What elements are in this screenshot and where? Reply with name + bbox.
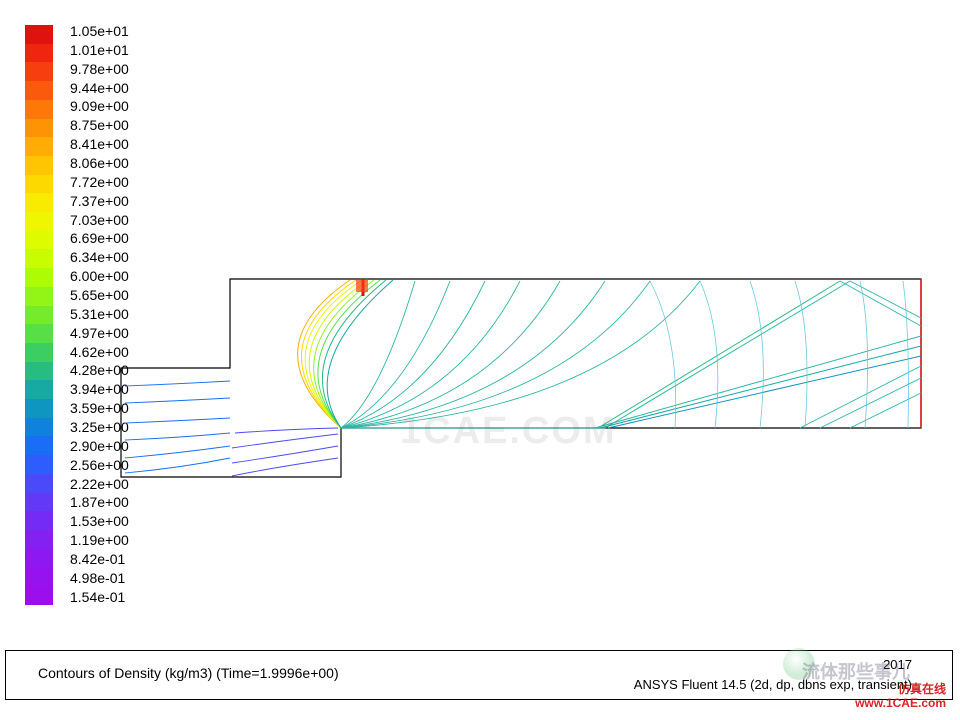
top-hot-spot-fill xyxy=(356,280,368,292)
bow-shock xyxy=(298,280,393,428)
colorbar-seg xyxy=(25,493,53,512)
colorbar-seg xyxy=(25,231,53,250)
legend-value: 4.98e-01 xyxy=(70,571,129,585)
colorbar-seg xyxy=(25,343,53,362)
colorbar-seg xyxy=(25,586,53,605)
legend-value: 8.42e-01 xyxy=(70,552,129,566)
colorbar-seg xyxy=(25,436,53,455)
legend-value: 6.34e+00 xyxy=(70,250,129,264)
colorbar-seg xyxy=(25,306,53,325)
legend-value: 1.05e+01 xyxy=(70,24,129,38)
colorbar-seg xyxy=(25,156,53,175)
legend-value: 9.78e+00 xyxy=(70,62,129,76)
legend-value: 8.41e+00 xyxy=(70,137,129,151)
colorbar-seg xyxy=(25,62,53,81)
colorbar-seg xyxy=(25,119,53,138)
contour-plot xyxy=(120,278,922,478)
legend-value: 7.72e+00 xyxy=(70,175,129,189)
colorbar-seg xyxy=(25,567,53,586)
caption-software: ANSYS Fluent 14.5 (2d, dp, dbns exp, tra… xyxy=(634,677,912,692)
colorbar-seg xyxy=(25,193,53,212)
colorbar-seg xyxy=(25,100,53,119)
legend-value: 8.06e+00 xyxy=(70,156,129,170)
colorbar-seg xyxy=(25,287,53,306)
colorbar-seg xyxy=(25,81,53,100)
colorbar-seg xyxy=(25,25,53,44)
expansion-fan xyxy=(341,281,700,428)
legend-value: 7.03e+00 xyxy=(70,213,129,227)
colorbar-seg xyxy=(25,268,53,287)
legend-value: 1.53e+00 xyxy=(70,514,129,528)
caption-date: 2017 xyxy=(883,657,912,672)
colorbar-seg xyxy=(25,511,53,530)
legend-value: 1.19e+00 xyxy=(70,533,129,547)
below-step xyxy=(232,428,338,476)
legend xyxy=(25,25,53,605)
caption-title: Contours of Density (kg/m3) (Time=1.9996… xyxy=(38,665,339,681)
downstream-contours xyxy=(650,281,908,428)
colorbar-seg xyxy=(25,399,53,418)
legend-value: 1.87e+00 xyxy=(70,495,129,509)
reflected-shock xyxy=(341,281,921,428)
legend-value: 7.37e+00 xyxy=(70,194,129,208)
colorbar-seg xyxy=(25,137,53,156)
colorbar-seg xyxy=(25,44,53,63)
legend-colorbar xyxy=(25,25,53,605)
colorbar-seg xyxy=(25,324,53,343)
colorbar-seg xyxy=(25,530,53,549)
legend-value: 9.44e+00 xyxy=(70,81,129,95)
colorbar-seg xyxy=(25,380,53,399)
legend-value: 8.75e+00 xyxy=(70,118,129,132)
second-reflection xyxy=(800,281,921,428)
colorbar-seg xyxy=(25,212,53,231)
colorbar-seg xyxy=(25,474,53,493)
colorbar-seg xyxy=(25,249,53,268)
legend-value: 2.22e+00 xyxy=(70,477,129,491)
contour-svg xyxy=(120,278,922,478)
domain-outline xyxy=(121,279,921,477)
colorbar-seg xyxy=(25,455,53,474)
colorbar-seg xyxy=(25,175,53,194)
legend-value: 6.69e+00 xyxy=(70,231,129,245)
caption-box: Contours of Density (kg/m3) (Time=1.9996… xyxy=(5,650,953,700)
inlet-contours xyxy=(125,381,230,473)
colorbar-seg xyxy=(25,362,53,381)
legend-value: 1.01e+01 xyxy=(70,43,129,57)
legend-value: 1.54e-01 xyxy=(70,590,129,604)
legend-value: 9.09e+00 xyxy=(70,99,129,113)
colorbar-seg xyxy=(25,549,53,568)
colorbar-seg xyxy=(25,418,53,437)
